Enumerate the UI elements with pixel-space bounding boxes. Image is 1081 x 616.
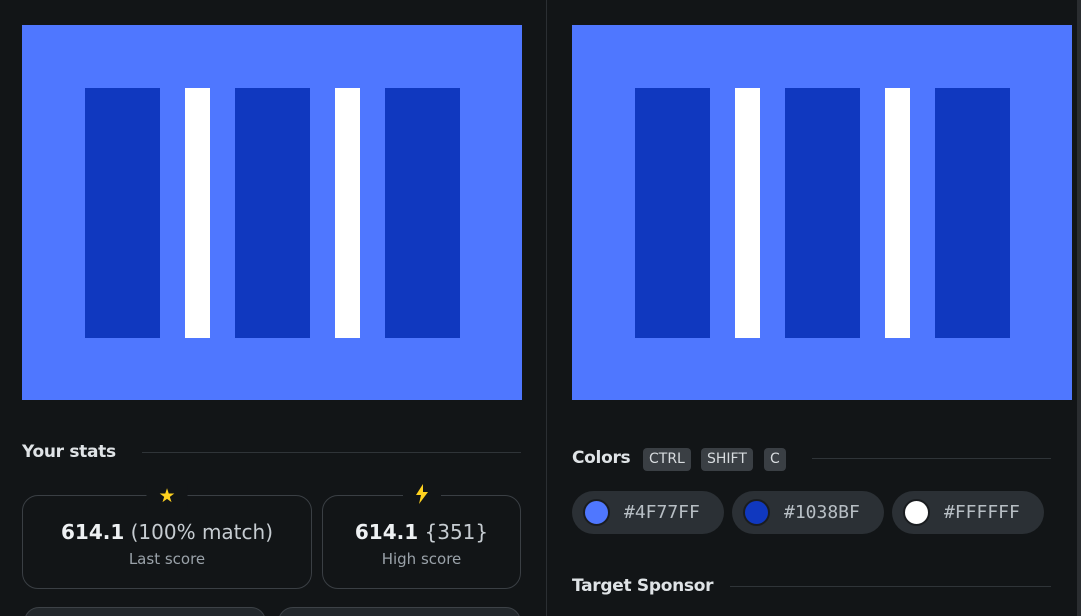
high-score-value-line: 614.1 {351} (323, 520, 520, 544)
white-bar (885, 88, 910, 338)
color-swatch (743, 499, 770, 526)
action-button[interactable] (24, 607, 266, 616)
user-output-canvas (22, 25, 522, 400)
color-swatch (903, 499, 930, 526)
dark-bar (385, 88, 460, 338)
sponsor-rule (730, 586, 1051, 587)
high-score-card: 614.1 {351} High score (322, 484, 521, 589)
sponsor-heading: Target Sponsor (572, 576, 714, 596)
kbd-ctrl: CTRL (643, 448, 691, 471)
color-hex: #1038BF (784, 502, 860, 523)
white-bar (335, 88, 360, 338)
color-hex: #4F77FF (624, 502, 700, 523)
last-score-card: ★ 614.1 (100% match) Last score (22, 484, 312, 589)
color-swatch (583, 499, 610, 526)
dark-bar (635, 88, 710, 338)
color-hex: #FFFFFF (944, 502, 1020, 523)
dark-bar (785, 88, 860, 338)
high-score-label: High score (381, 550, 462, 568)
high-score-value: 614.1 (354, 520, 419, 544)
star-icon: ★ (146, 484, 188, 508)
stats-rule (142, 452, 521, 453)
dark-bar (235, 88, 310, 338)
action-button[interactable] (278, 607, 521, 616)
scrollbar-track[interactable] (1077, 0, 1081, 616)
last-score-value-line: 614.1 (100% match) (23, 520, 311, 544)
colors-rule (812, 458, 1051, 459)
target-canvas (572, 25, 1072, 400)
high-score-detail: {351} (424, 520, 489, 544)
stats-heading: Your stats (22, 442, 116, 462)
kbd-shift: SHIFT (701, 448, 753, 471)
kbd-c: C (764, 448, 786, 471)
dark-bar (85, 88, 160, 338)
colors-heading: Colors (572, 448, 631, 468)
last-score-value: 614.1 (60, 520, 125, 544)
last-score-label: Last score (128, 550, 206, 568)
dark-bar (935, 88, 1010, 338)
color-chip[interactable]: #1038BF (732, 491, 884, 534)
last-score-match: (100% match) (130, 520, 274, 544)
color-chip[interactable]: #4F77FF (572, 491, 724, 534)
panel-divider (546, 0, 547, 616)
white-bar (735, 88, 760, 338)
color-chip[interactable]: #FFFFFF (892, 491, 1044, 534)
white-bar (185, 88, 210, 338)
lightning-icon (402, 484, 441, 510)
